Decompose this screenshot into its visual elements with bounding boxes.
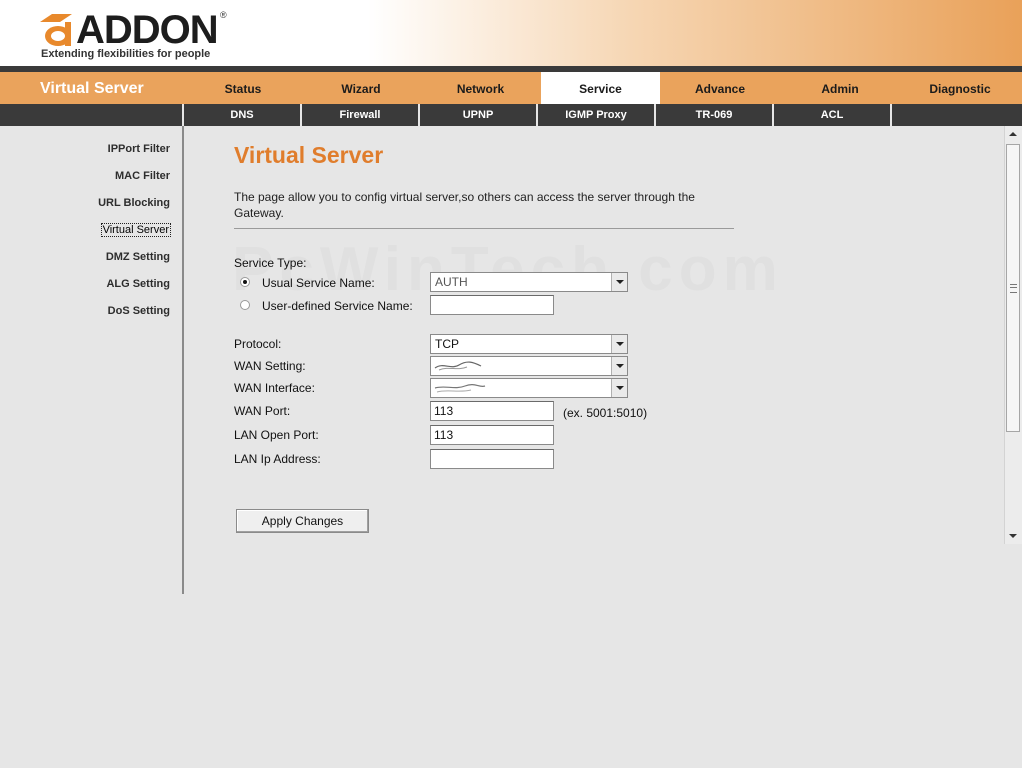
vertical-scrollbar[interactable] bbox=[1004, 126, 1022, 544]
sidebar: IPPort Filter MAC Filter URL Blocking Vi… bbox=[0, 126, 184, 594]
wan-setting-select[interactable] bbox=[430, 356, 628, 376]
tab-status[interactable]: Status bbox=[184, 72, 302, 104]
wan-interface-label: WAN Interface: bbox=[234, 381, 315, 395]
sidebar-item-dmz-setting[interactable]: DMZ Setting bbox=[106, 251, 170, 263]
wan-port-label: WAN Port: bbox=[234, 404, 291, 418]
usual-service-radio[interactable] bbox=[240, 277, 250, 287]
logo-tagline: Extending flexibilities for people bbox=[41, 48, 211, 60]
protocol-label: Protocol: bbox=[234, 337, 282, 351]
section-title: Virtual Server bbox=[40, 80, 144, 97]
wan-setting-label: WAN Setting: bbox=[234, 359, 306, 373]
addon-logo-icon bbox=[40, 14, 72, 46]
user-defined-label: User-defined Service Name: bbox=[262, 299, 413, 313]
sidebar-item-url-blocking[interactable]: URL Blocking bbox=[98, 197, 170, 209]
redacted-value-scribble bbox=[434, 383, 486, 393]
subtab-upnp[interactable]: UPNP bbox=[420, 104, 538, 126]
usual-service-label: Usual Service Name: bbox=[262, 276, 375, 290]
usual-service-value: AUTH bbox=[435, 275, 468, 289]
chevron-down-icon bbox=[611, 273, 627, 291]
usual-service-select[interactable]: AUTH bbox=[430, 272, 628, 292]
divider bbox=[234, 228, 734, 229]
subtab-acl[interactable]: ACL bbox=[774, 104, 892, 126]
wan-port-input[interactable]: 113 bbox=[430, 401, 554, 421]
lan-open-port-input[interactable]: 113 bbox=[430, 425, 554, 445]
user-defined-service-input[interactable] bbox=[430, 295, 554, 315]
tab-advance[interactable]: Advance bbox=[660, 72, 780, 104]
user-defined-radio[interactable] bbox=[240, 300, 250, 310]
sidebar-item-virtual-server[interactable]: Virtual Server bbox=[100, 223, 171, 237]
chevron-down-icon bbox=[611, 379, 627, 397]
protocol-value: TCP bbox=[435, 337, 459, 351]
page-description: The page allow you to config virtual ser… bbox=[234, 190, 695, 220]
sidebar-item-alg-setting[interactable]: ALG Setting bbox=[106, 278, 170, 290]
protocol-select[interactable]: TCP bbox=[430, 334, 628, 354]
main-content: PcWinTech.com Virtual Server The page al… bbox=[184, 126, 1004, 544]
lan-ip-label: LAN Ip Address: bbox=[234, 452, 321, 466]
scrollbar-thumb[interactable] bbox=[1006, 144, 1020, 432]
page-title: Virtual Server bbox=[234, 142, 384, 168]
lan-open-port-label: LAN Open Port: bbox=[234, 428, 319, 442]
subnav-spacer bbox=[0, 104, 184, 126]
redacted-value-scribble bbox=[434, 361, 482, 371]
scroll-grip-icon bbox=[1010, 284, 1017, 293]
sidebar-item-dos-setting[interactable]: DoS Setting bbox=[108, 305, 170, 317]
tab-admin[interactable]: Admin bbox=[780, 72, 900, 104]
logo: ADDON ® Extending flexibilities for peop… bbox=[38, 8, 238, 64]
wan-interface-select[interactable] bbox=[430, 378, 628, 398]
header: ADDON ® Extending flexibilities for peop… bbox=[0, 0, 1022, 68]
tab-wizard[interactable]: Wizard bbox=[302, 72, 420, 104]
tab-service[interactable]: Service bbox=[541, 72, 660, 104]
sub-nav: DNS Firewall UPNP IGMP Proxy TR-069 ACL bbox=[0, 104, 1022, 126]
logo-text: ADDON bbox=[76, 8, 219, 52]
scroll-down-arrow-icon[interactable] bbox=[1009, 534, 1017, 538]
sidebar-item-mac-filter[interactable]: MAC Filter bbox=[115, 170, 170, 182]
chevron-down-icon bbox=[611, 357, 627, 375]
wan-port-hint: (ex. 5001:5010) bbox=[563, 406, 648, 420]
subtab-tr069[interactable]: TR-069 bbox=[656, 104, 774, 126]
apply-changes-button[interactable]: Apply Changes bbox=[236, 509, 369, 533]
sidebar-item-ipport-filter[interactable]: IPPort Filter bbox=[108, 143, 170, 155]
lan-ip-input[interactable] bbox=[430, 449, 554, 469]
subtab-firewall[interactable]: Firewall bbox=[302, 104, 420, 126]
tab-diagnostic[interactable]: Diagnostic bbox=[900, 72, 1020, 104]
main-nav: Virtual Server Status Wizard Network Ser… bbox=[0, 68, 1022, 104]
scroll-up-arrow-icon[interactable] bbox=[1009, 132, 1017, 136]
subtab-igmp-proxy[interactable]: IGMP Proxy bbox=[538, 104, 656, 126]
chevron-down-icon bbox=[611, 335, 627, 353]
subtab-dns[interactable]: DNS bbox=[184, 104, 302, 126]
registered-mark: ® bbox=[220, 10, 227, 20]
service-type-label: Service Type: bbox=[234, 256, 307, 270]
tab-network[interactable]: Network bbox=[420, 72, 541, 104]
